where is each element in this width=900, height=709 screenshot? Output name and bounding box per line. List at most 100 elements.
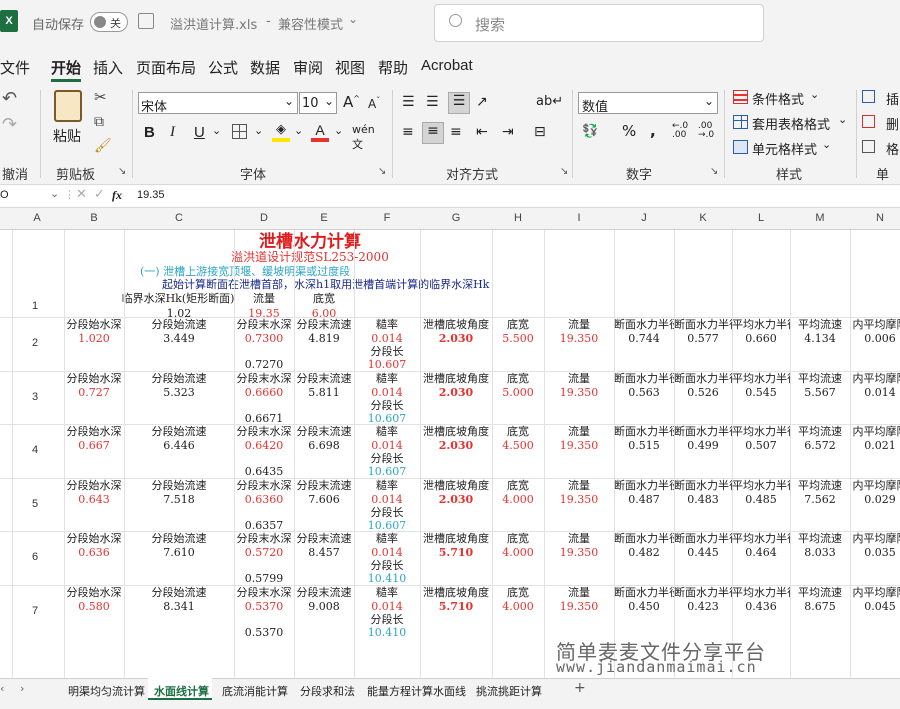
note-line-2[interactable]: 起始计算断面在泄槽首部，水深h1取用泄槽首端计算的临界水深Hk (162, 278, 502, 291)
header-vavg[interactable]: 平均流速 (790, 479, 850, 492)
header-vavg[interactable]: 平均流速 (790, 586, 850, 599)
menu-formulas[interactable]: 公式 (208, 57, 238, 78)
value-h2[interactable]: 0.5720 (234, 546, 294, 559)
header-ravg[interactable]: 平均水力半径 (732, 425, 790, 438)
format-cells-icon[interactable] (862, 140, 875, 153)
header-end_vel[interactable]: 分段末流速 (294, 532, 354, 545)
column-header[interactable]: E (294, 212, 354, 224)
align-bottom-icon[interactable]: ☰ (448, 92, 470, 114)
undo-icon[interactable]: ↶ (2, 88, 17, 109)
header-vavg[interactable]: 平均流速 (790, 532, 850, 545)
spreadsheet-grid[interactable]: 泄槽水力计算 溢洪道设计规范SL253-2000 (一) 泄槽上游接宽顶堰、缓坡… (0, 230, 900, 678)
menu-file[interactable]: 文件 (0, 57, 30, 78)
dialog-launcher-icon[interactable]: ↘ (710, 166, 718, 177)
column-header[interactable]: L (732, 212, 790, 224)
header-bottom[interactable]: 底宽 (492, 372, 544, 385)
column-header[interactable]: J (614, 212, 674, 224)
header-r2[interactable]: 断面水力半径 (674, 372, 732, 385)
value-r2[interactable]: 0.423 (674, 600, 732, 613)
header-bottom[interactable]: 底宽 (492, 532, 544, 545)
chevron-down-icon[interactable]: ⌄ (254, 124, 263, 137)
align-right-icon[interactable]: ≡ (450, 124, 462, 140)
value-b[interactable]: 4.500 (492, 439, 544, 452)
tab-energy-dissipation[interactable]: 底流消能计算 (222, 683, 288, 699)
header-bottom[interactable]: 底宽 (492, 586, 544, 599)
value-v1[interactable]: 5.323 (124, 386, 234, 399)
value-v2[interactable]: 8.457 (294, 546, 354, 559)
value-n[interactable]: 0.014 (354, 332, 420, 345)
value-r1[interactable]: 0.482 (614, 546, 674, 559)
sheet-title[interactable]: 泄槽水力计算 (230, 232, 390, 252)
column-header[interactable]: N (850, 212, 900, 224)
value-h1[interactable]: 0.580 (64, 600, 124, 613)
header-rough[interactable]: 糙率 (354, 532, 420, 545)
delete-cells-icon[interactable] (862, 115, 875, 128)
paste-icon[interactable] (54, 90, 82, 122)
value-b[interactable]: 4.000 (492, 493, 544, 506)
menu-help[interactable]: 帮助 (378, 57, 408, 78)
align-top-icon[interactable]: ☰ (402, 94, 415, 110)
header-r1[interactable]: 断面水力半径 (614, 532, 674, 545)
segment-length-value[interactable]: 10.607 (354, 465, 420, 478)
header-friction[interactable]: 内平均摩阻 (850, 532, 900, 545)
phonetic-icon[interactable]: wén 文 (352, 123, 375, 152)
compat-mode[interactable]: 兼容性模式 (278, 14, 343, 33)
header-end_vel[interactable]: 分段末流速 (294, 425, 354, 438)
header-r2[interactable]: 断面水力半径 (674, 318, 732, 331)
header-rough[interactable]: 糙率 (354, 425, 420, 438)
header-start_vel[interactable]: 分段始流速 (124, 425, 234, 438)
conditional-format-icon[interactable] (733, 90, 748, 104)
grow-font-icon[interactable]: A^ (343, 93, 360, 111)
header-flow[interactable]: 流量 (544, 586, 614, 599)
header-end_depth[interactable]: 分段末水深 (234, 532, 294, 545)
autosave-toggle[interactable]: 关 (90, 12, 128, 32)
scroll-tabs-left-icon[interactable]: ‹ (0, 682, 4, 695)
column-header[interactable]: B (64, 212, 124, 224)
value-q[interactable]: 19.350 (544, 600, 614, 613)
format-painter-icon[interactable]: 🖌 (94, 138, 112, 154)
value-h1[interactable]: 0.643 (64, 493, 124, 506)
segment-length-value[interactable]: 10.607 (354, 358, 420, 371)
row-number[interactable]: 5 (0, 498, 70, 510)
add-sheet-icon[interactable]: + (574, 680, 586, 696)
value-r1[interactable]: 0.515 (614, 439, 674, 452)
header-friction[interactable]: 内平均摩阻 (850, 318, 900, 331)
value-ra[interactable]: 0.660 (732, 332, 790, 345)
value-ang[interactable]: 2.030 (420, 439, 492, 452)
value-r2[interactable]: 0.526 (674, 386, 732, 399)
orientation-icon[interactable]: ↗ (476, 94, 488, 110)
column-header[interactable]: M (790, 212, 850, 224)
cut-icon[interactable]: ✂ (94, 88, 107, 106)
value-h2[interactable]: 0.6360 (234, 493, 294, 506)
menu-data[interactable]: 数据 (250, 57, 280, 78)
header-end_depth[interactable]: 分段末水深 (234, 372, 294, 385)
value-h2[interactable]: 0.7300 (234, 332, 294, 345)
decrease-indent-icon[interactable]: ⇤ (476, 124, 488, 140)
header-rough[interactable]: 糙率 (354, 586, 420, 599)
value-q[interactable]: 19.350 (544, 386, 614, 399)
value-h1[interactable]: 0.727 (64, 386, 124, 399)
dialog-launcher-icon[interactable]: ↘ (560, 166, 568, 177)
value-va[interactable]: 8.675 (790, 600, 850, 613)
value-ra[interactable]: 0.507 (732, 439, 790, 452)
header-ravg[interactable]: 平均水力半径 (732, 532, 790, 545)
header-start_depth[interactable]: 分段始水深 (64, 425, 124, 438)
value-r2[interactable]: 0.445 (674, 546, 732, 559)
align-left-icon[interactable]: ≡ (402, 124, 414, 140)
value-v1[interactable]: 6.446 (124, 439, 234, 452)
segment-length-value[interactable]: 10.410 (354, 626, 420, 639)
increase-decimal-icon[interactable]: ←.0.00 (672, 122, 688, 140)
value-v2[interactable]: 5.811 (294, 386, 354, 399)
header-end_depth[interactable]: 分段末水深 (234, 318, 294, 331)
column-header[interactable]: G (420, 212, 492, 224)
value-ang[interactable]: 5.710 (420, 600, 492, 613)
header-flow[interactable]: 流量 (544, 479, 614, 492)
merge-center-icon[interactable]: ⊟ (534, 124, 546, 140)
value-j[interactable]: 0.021 (850, 439, 900, 452)
value-v1[interactable]: 7.518 (124, 493, 234, 506)
align-center-icon[interactable]: ≡ (422, 122, 444, 144)
header-angle[interactable]: 泄槽底坡角度 (420, 372, 492, 385)
redo-icon[interactable]: ↷ (2, 114, 17, 135)
row-number[interactable]: 1 (0, 300, 70, 312)
header-rough[interactable]: 糙率 (354, 479, 420, 492)
